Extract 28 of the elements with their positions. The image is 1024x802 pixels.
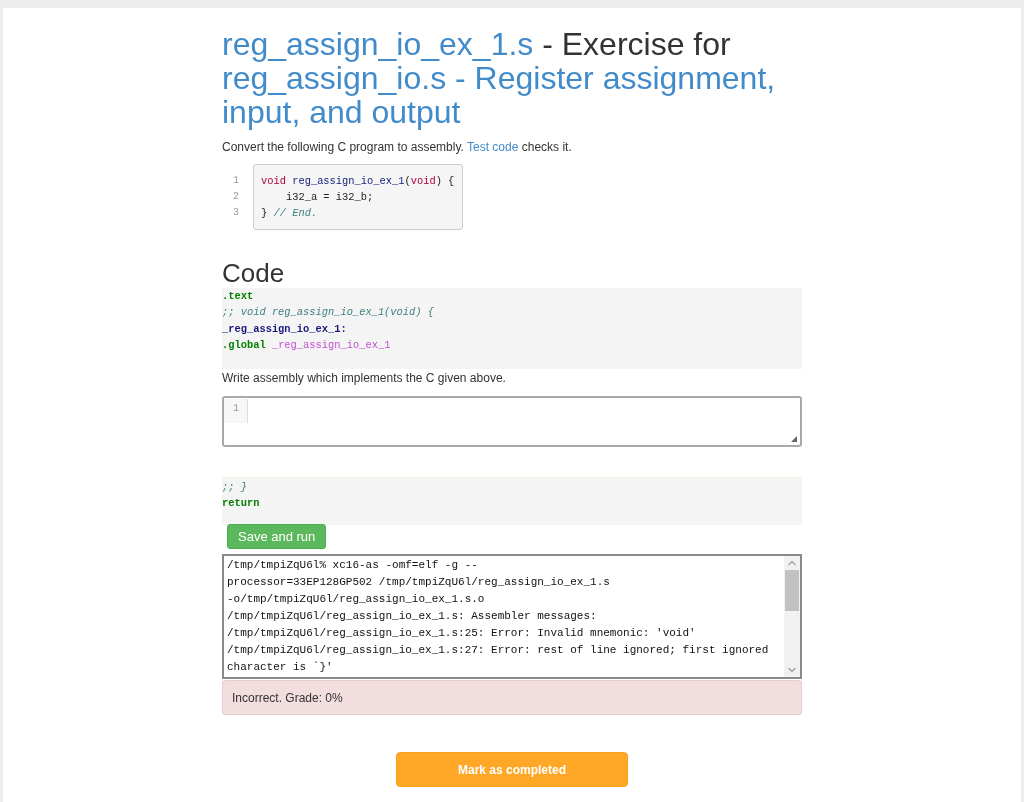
intro-text: Convert the following C program to assembly. Test code checks it. (222, 139, 573, 156)
code-line: .global _reg_assign_io_ex_1 (222, 337, 392, 353)
grade-message: Incorrect. Grade: 0% (222, 680, 802, 716)
line-number: 3 (232, 206, 240, 220)
code-editor[interactable]: 1 (222, 396, 802, 448)
mark-as-completed-button[interactable]: Mark as completed (396, 752, 628, 788)
save-and-run-button[interactable]: Save and run (227, 524, 327, 550)
section-heading: Code (222, 258, 286, 288)
resize-handle-icon[interactable] (791, 436, 797, 443)
scrollbar-thumb[interactable] (785, 570, 799, 612)
code-line: void reg_assign_io_ex_1(void) { (261, 174, 455, 189)
exercise-file-link[interactable]: reg_assign_io_ex_1.s (222, 26, 534, 62)
scrollbar[interactable] (784, 556, 800, 678)
code-line: ;; void reg_assign_io_ex_1(void) { (222, 305, 435, 321)
code-line: } // End. (261, 206, 319, 221)
test-code-link[interactable]: Test code (467, 140, 519, 154)
output-log: /tmp/tmpiZqU6l% xc16-as -omf=elf -g -- processor=33EP128GP502 /tmp/tmpiZqU6l/reg_assign_io_ex_1.s -o/tmp/tmpiZqU6l/reg_assign_io_ex_1.s.o /tmp/tmpiZqU6l/reg_assign_io_ex_1.s: Assembler messages: /tmp/tmpiZqU6l/reg_assign_io_ex_1.s:25: Error: Invalid mnemonic: 'void' /tmp/tmpiZqU6l/reg_assign_io_ex_1.s:27: Error: rest of line ignored; first ignored character is `}' (226, 558, 770, 676)
line-number: 2 (232, 190, 240, 204)
code-line: ;; } (222, 480, 248, 496)
line-number: 1 (224, 399, 248, 424)
code-line: .text (222, 289, 255, 304)
instruction-text: Write assembly which implements the C given above. (222, 370, 507, 388)
code-line: i32_a = i32_b; (284, 190, 375, 205)
lesson-link[interactable]: reg_assign_io.s - Register assignment, input, and output (222, 61, 802, 129)
code-line: _reg_assign_io_ex_1: (222, 321, 348, 337)
code-line: return (222, 496, 261, 512)
page-title: - Exercise for (542, 26, 731, 62)
line-number: 1 (232, 174, 240, 188)
